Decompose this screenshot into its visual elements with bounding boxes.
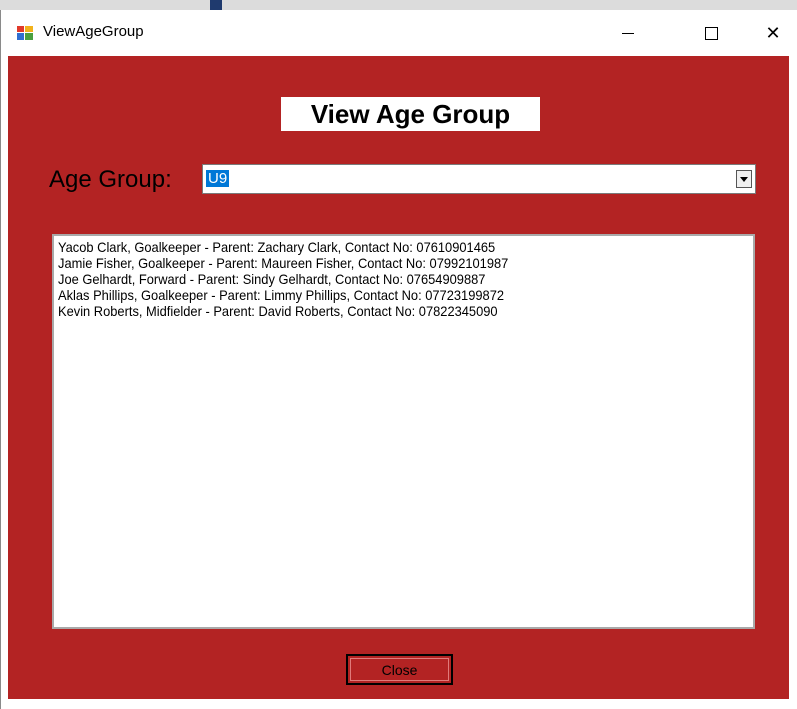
list-item[interactable]: Aklas Phillips, Goalkeeper - Parent: Lim…: [58, 287, 504, 303]
page-title: View Age Group: [281, 97, 540, 131]
list-item[interactable]: Yacob Clark, Goalkeeper - Parent: Zachar…: [58, 239, 495, 255]
close-window-button[interactable]: ✕: [750, 10, 796, 56]
age-group-selected-value: U9: [206, 170, 230, 187]
minimize-button[interactable]: [605, 10, 651, 56]
maximize-icon: [704, 26, 718, 40]
chevron-down-icon: [740, 177, 748, 182]
age-group-label: Age Group:: [49, 166, 172, 193]
title-bar[interactable]: ViewAgeGroup ✕: [1, 10, 797, 56]
window-title: ViewAgeGroup: [43, 23, 144, 40]
minimize-icon: [622, 32, 634, 34]
list-item[interactable]: Jamie Fisher, Goalkeeper - Parent: Maure…: [58, 255, 508, 271]
age-group-select[interactable]: U9: [202, 164, 756, 194]
dropdown-button[interactable]: [736, 170, 752, 188]
list-item[interactable]: Kevin Roberts, Midfielder - Parent: Davi…: [58, 303, 498, 319]
maximize-button[interactable]: [688, 10, 734, 56]
background-strip: [0, 0, 797, 10]
button-focus-border: [350, 658, 449, 681]
list-item[interactable]: Joe Gelhardt, Forward - Parent: Sindy Ge…: [58, 271, 485, 287]
close-button[interactable]: Close: [346, 654, 453, 685]
close-icon: ✕: [765, 22, 781, 43]
background-fragment: [210, 0, 222, 10]
windows-form-icon: [17, 26, 33, 40]
players-listbox[interactable]: Yacob Clark, Goalkeeper - Parent: Zachar…: [52, 234, 755, 629]
form-client-area: View Age Group Age Group: U9 Yacob Clark…: [8, 56, 789, 699]
